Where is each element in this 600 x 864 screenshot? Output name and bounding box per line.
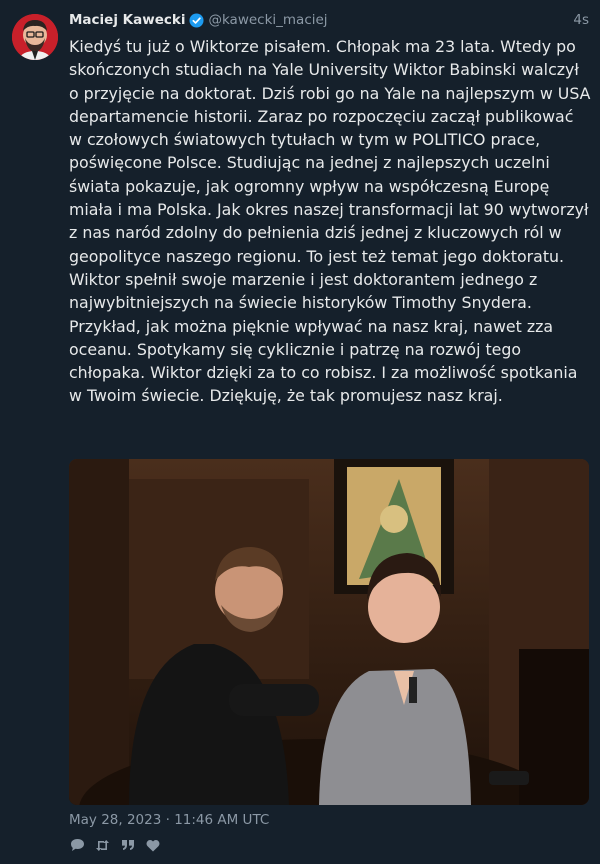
- tweet-photo[interactable]: [69, 459, 589, 805]
- like-icon[interactable]: [144, 837, 161, 854]
- relative-timestamp[interactable]: 4s: [573, 10, 589, 30]
- tweet: Maciej Kawecki @kawecki_maciej 4s Kiedyś…: [0, 0, 600, 864]
- tweet-actions: [69, 836, 161, 854]
- tweet-header: Maciej Kawecki @kawecki_maciej: [69, 10, 328, 30]
- photo-image: [69, 459, 589, 805]
- quote-icon[interactable]: [119, 837, 136, 854]
- reply-icon[interactable]: [69, 837, 86, 854]
- tweet-date[interactable]: May 28, 2023 · 11:46 AM UTC: [69, 810, 269, 830]
- user-handle[interactable]: @kawecki_maciej: [208, 12, 327, 28]
- verified-badge-icon: [189, 12, 204, 28]
- retweet-icon[interactable]: [94, 837, 111, 854]
- display-name[interactable]: Maciej Kawecki: [69, 12, 185, 28]
- avatar[interactable]: [12, 14, 58, 60]
- tweet-text: Kiedyś tu już o Wiktorze pisałem. Chłopa…: [69, 37, 591, 406]
- avatar-image: [12, 14, 58, 60]
